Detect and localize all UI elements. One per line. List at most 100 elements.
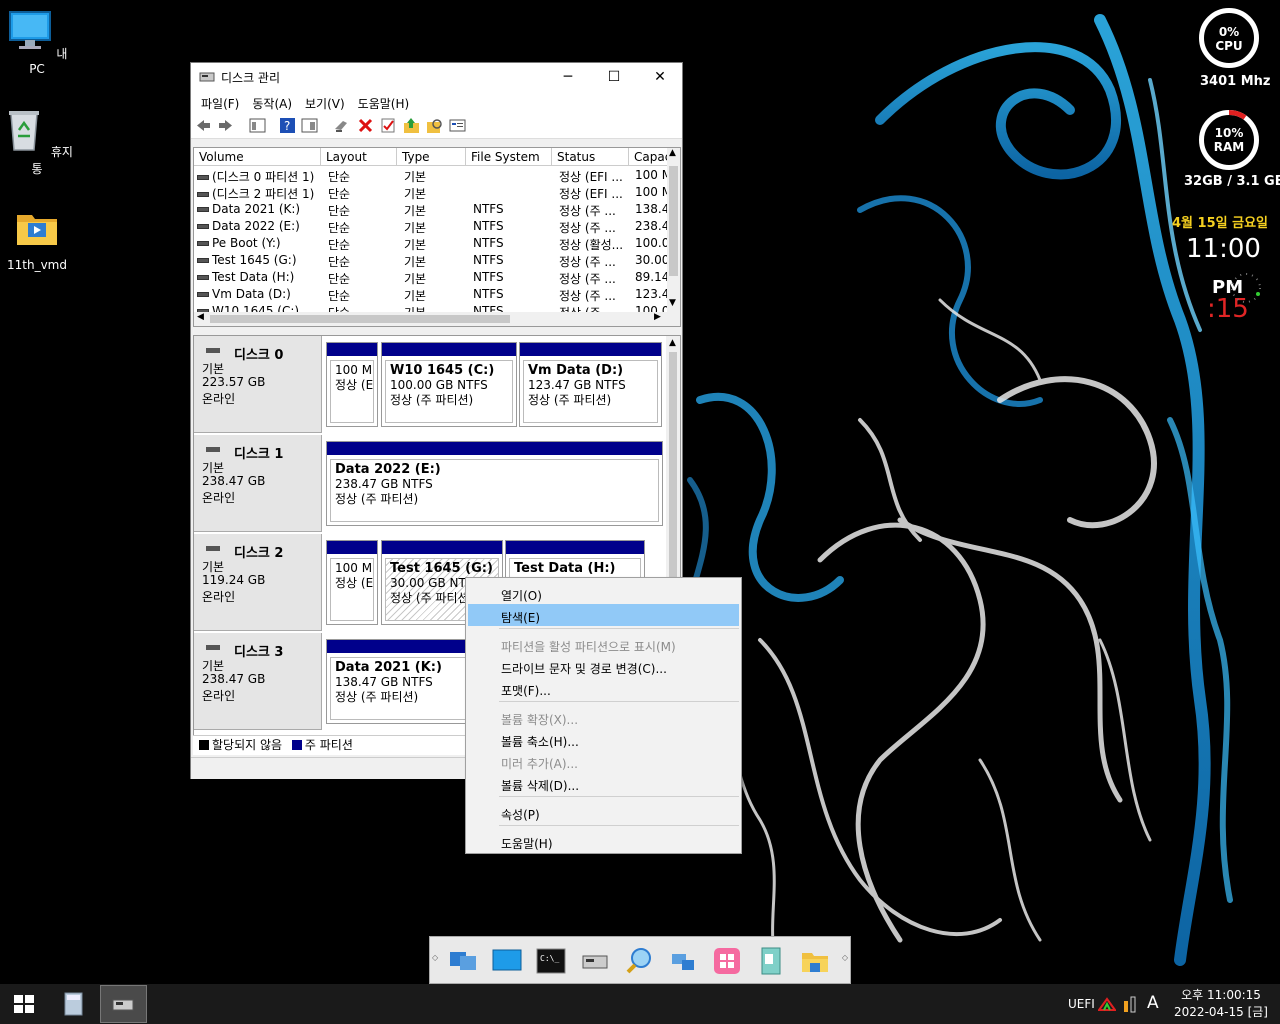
remote-transfer-icon[interactable]: [448, 946, 478, 976]
column-header-status[interactable]: Status: [552, 148, 629, 166]
vertical-scrollbar[interactable]: ▲ ▼: [667, 148, 680, 313]
scroll-left-icon[interactable]: ◀: [197, 312, 204, 322]
up-folder-icon[interactable]: [403, 117, 420, 134]
table-row[interactable]: (디스크 0 파티션 1) 단순 기본 정상 (EFI ... 100 M: [194, 167, 671, 184]
title-bar[interactable]: 디스크 관리 ─ ☐ ✕: [191, 63, 682, 91]
menu-item-extend-volume[interactable]: 볼륨 확장(X)...: [468, 706, 739, 728]
volume-icon: [197, 224, 209, 229]
menu-file[interactable]: 파일(F): [197, 91, 248, 113]
disk-management-icon[interactable]: [580, 946, 610, 976]
menu-item-open[interactable]: 열기(O): [468, 582, 739, 604]
taskbar-clock[interactable]: 오후 11:00:15 2022-04-15 [금]: [1174, 987, 1268, 1021]
menu-view[interactable]: 보기(V): [301, 91, 354, 113]
desktop-icon-my-pc[interactable]: 내 PC: [0, 8, 74, 76]
close-button[interactable]: ✕: [637, 63, 683, 91]
menu-help[interactable]: 도움말(H): [354, 91, 419, 113]
maximize-button[interactable]: ☐: [591, 63, 637, 91]
scroll-up-icon[interactable]: ▲: [669, 148, 676, 158]
menu-item-delete-volume[interactable]: 볼륨 삭제(D)...: [468, 772, 739, 794]
graph-scroll-up-icon[interactable]: ▲: [669, 338, 676, 348]
start-button-windows-icon[interactable]: [0, 984, 48, 1024]
document-viewer-icon[interactable]: [756, 946, 786, 976]
delete-icon[interactable]: [357, 117, 374, 134]
column-header-volume[interactable]: Volume: [194, 148, 321, 166]
connect-icon[interactable]: [333, 117, 350, 134]
partition-block[interactable]: 100 MB정상 (E: [326, 540, 378, 625]
ime-indicator[interactable]: A: [1147, 993, 1159, 1013]
menu-item-format[interactable]: 포맷(F)...: [468, 677, 739, 699]
taskbar-disk-management-button[interactable]: [100, 985, 147, 1023]
disk-label[interactable]: 디스크 2 기본 119.24 GB 온라인: [194, 534, 322, 631]
back-arrow-icon[interactable]: [195, 117, 212, 134]
menu-item-shrink-volume[interactable]: 볼륨 축소(H)...: [468, 728, 739, 750]
scroll-down-icon[interactable]: ▼: [669, 298, 676, 308]
menu-item-mark-active[interactable]: 파티션을 활성 파티션으로 표시(M): [468, 633, 739, 655]
settings-list-icon[interactable]: [449, 117, 466, 134]
scroll-right-icon[interactable]: ▶: [654, 312, 661, 322]
search-tool-icon[interactable]: [624, 946, 654, 976]
network-tray-icon[interactable]: [1098, 996, 1116, 1012]
menu-item-help[interactable]: 도움말(H): [468, 830, 739, 852]
cell-volume: (디스크 2 파티션 1): [197, 185, 324, 202]
partition-title: Data 2021 (K:): [335, 660, 442, 675]
column-header-capacity[interactable]: Capac: [629, 148, 670, 166]
menu-item-properties[interactable]: 속성(P): [468, 801, 739, 823]
menu-item-explore[interactable]: 탐색(E): [468, 604, 739, 626]
table-row[interactable]: Vm Data (D:) 단순 기본 NTFS 정상 (주 ... 123.4: [194, 286, 670, 303]
cell-type: 기본: [404, 185, 469, 202]
column-header-file-system[interactable]: File System: [466, 148, 552, 166]
cell-text: (디스크 0 파티션 1): [212, 170, 315, 184]
windows-tiles-icon[interactable]: [712, 946, 742, 976]
check-properties-icon[interactable]: [380, 117, 397, 134]
desktop-icon-folder[interactable]: 11th_vmd: [0, 205, 74, 272]
disk-label[interactable]: 디스크 0 기본 223.57 GB 온라인: [194, 336, 322, 433]
scroll-thumb[interactable]: [669, 166, 678, 276]
partition-block[interactable]: Vm Data (D:) 123.47 GB NTFS 정상 (주 파티션): [519, 342, 662, 427]
horizontal-scrollbar[interactable]: ◀ ▶: [194, 312, 680, 326]
table-row[interactable]: Test 1645 (G:) 단순 기본 NTFS 정상 (주 ... 30.00: [194, 252, 670, 269]
clock-date: 2022-04-15 [금]: [1174, 1005, 1268, 1019]
battery-tray-icon[interactable]: [1122, 995, 1138, 1013]
cell-status: 정상 (주 ...: [559, 287, 631, 304]
cell-cap: 100.0: [635, 236, 671, 250]
table-row[interactable]: Data 2022 (E:) 단순 기본 NTFS 정상 (주 ... 238.4: [194, 218, 670, 235]
help-icon[interactable]: ?: [279, 117, 296, 134]
disk-state: 온라인: [202, 392, 236, 406]
partition-block[interactable]: Data 2022 (E:) 238.47 GB NTFS 정상 (주 파티션): [326, 441, 663, 526]
disk-label[interactable]: 디스크 1 기본 238.47 GB 온라인: [194, 435, 322, 532]
table-row[interactable]: Data 2021 (K:) 단순 기본 NTFS 정상 (주 ... 138.4: [194, 201, 670, 218]
menu-action[interactable]: 동작(A): [248, 91, 301, 113]
calculator-icon[interactable]: [52, 984, 96, 1024]
table-row[interactable]: Test Data (H:) 단순 기본 NTFS 정상 (주 ... 89.14: [194, 269, 670, 286]
monitor-icon: [8, 11, 51, 49]
table-row[interactable]: Pe Boot (Y:) 단순 기본 NTFS 정상 (활성... 100.0: [194, 235, 670, 252]
properties-pane-icon[interactable]: [301, 117, 318, 134]
table-row[interactable]: (디스크 2 파티션 1) 단순 기본 정상 (EFI ... 100 M: [194, 184, 671, 202]
cell-text: 단순: [328, 238, 351, 252]
console-tree-icon[interactable]: [249, 117, 266, 134]
column-header-type[interactable]: Type: [397, 148, 466, 166]
partition-block[interactable]: 100 MB정상 (EFI: [326, 342, 378, 427]
minimize-button[interactable]: ─: [545, 63, 591, 91]
forward-arrow-icon[interactable]: [217, 117, 234, 134]
quick-launch-handle-right[interactable]: ◇: [842, 953, 848, 962]
network-icon[interactable]: [668, 946, 698, 976]
search-folder-icon[interactable]: [426, 117, 443, 134]
command-prompt-icon[interactable]: C:\_: [536, 946, 566, 976]
cell-text: 기본: [404, 187, 427, 201]
partition-title: Test Data (H:): [514, 561, 616, 576]
context-menu: 열기(O) 탐색(E) 파티션을 활성 파티션으로 표시(M) 드라이브 문자 및 경…: [465, 577, 742, 854]
partition-block[interactable]: W10 1645 (C:) 100.00 GB NTFS 정상 (주 파티션): [381, 342, 517, 427]
hscroll-thumb[interactable]: [210, 315, 510, 323]
cell-text: NTFS: [473, 202, 504, 216]
disk-label[interactable]: 디스크 3 기본 238.47 GB 온라인: [194, 633, 322, 730]
column-header-layout[interactable]: Layout: [321, 148, 397, 166]
file-explorer-icon[interactable]: [800, 946, 830, 976]
desktop-icon-recycle-bin[interactable]: 휴지통: [0, 106, 74, 177]
menu-item-change-drive-letter[interactable]: 드라이브 문자 및 경로 변경(C)...: [468, 655, 739, 677]
desktop-icon[interactable]: [492, 946, 522, 976]
cell-text: Test Data (H:): [212, 270, 295, 284]
quick-launch-handle-left[interactable]: ◇: [432, 953, 438, 962]
partition-status: 정상 (주 파티션): [335, 690, 419, 704]
menu-item-add-mirror[interactable]: 미러 추가(A)...: [468, 750, 739, 772]
